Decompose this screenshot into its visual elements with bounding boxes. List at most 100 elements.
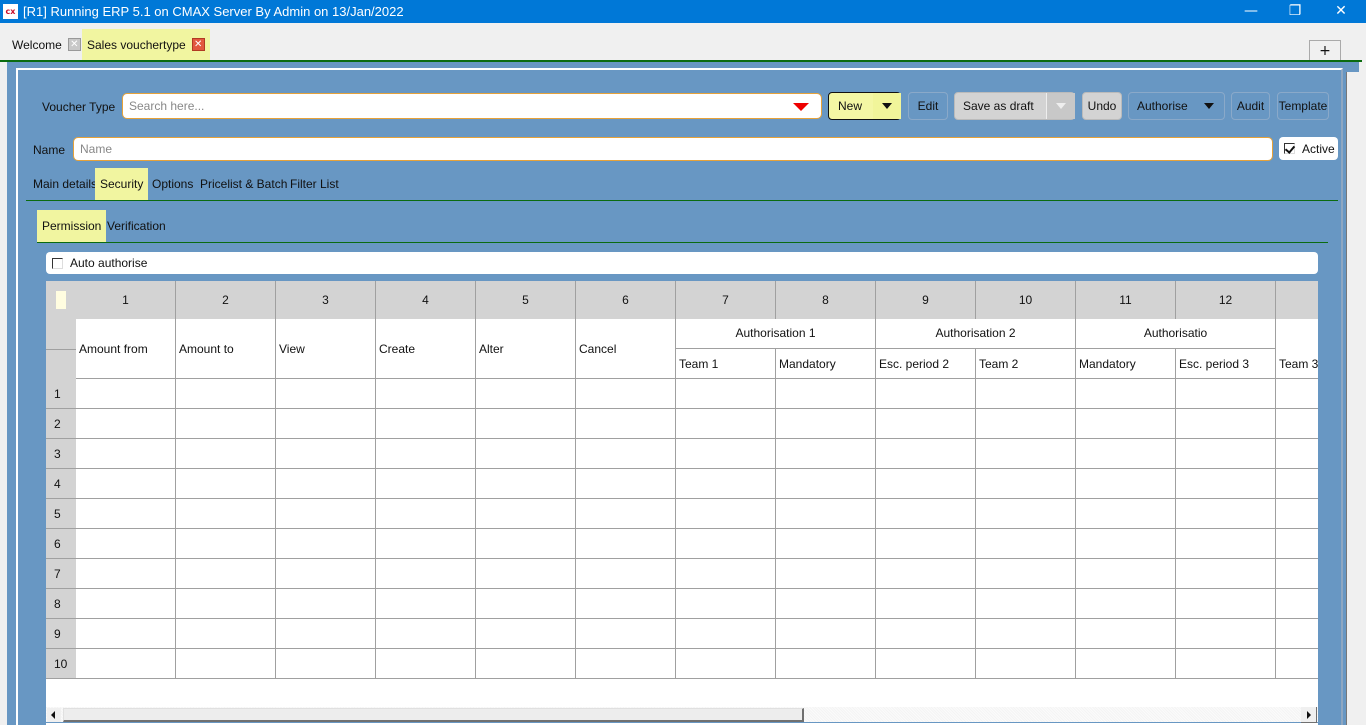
grid-cell[interactable]	[276, 589, 376, 619]
name-input[interactable]: Name	[73, 137, 1273, 161]
grid-cell[interactable]	[876, 619, 976, 649]
grid-cell[interactable]	[576, 559, 676, 589]
row-number-header[interactable]: 5	[46, 499, 76, 529]
grid-cell[interactable]	[376, 469, 476, 499]
column-number-header[interactable]: 9	[876, 281, 976, 319]
column-number-header[interactable]: 7	[676, 281, 776, 319]
template-button[interactable]: Template	[1277, 92, 1329, 120]
grid-cell[interactable]	[376, 559, 476, 589]
column-number-header[interactable]: 11	[1076, 281, 1176, 319]
grid-cell[interactable]	[876, 469, 976, 499]
row-number-header[interactable]: 9	[46, 619, 76, 649]
column-header[interactable]: Team 1	[676, 349, 776, 379]
grid-cell[interactable]	[676, 379, 776, 409]
row-number-header[interactable]: 1	[46, 379, 76, 409]
grid-cell[interactable]	[576, 619, 676, 649]
grid-cell[interactable]	[1176, 529, 1276, 559]
add-tab-button[interactable]: +	[1309, 40, 1341, 61]
grid-cell[interactable]	[976, 499, 1076, 529]
grid-cell[interactable]	[176, 589, 276, 619]
grid-cell[interactable]	[176, 379, 276, 409]
undo-button[interactable]: Undo	[1082, 92, 1122, 120]
tab-permission[interactable]: Permission	[37, 210, 107, 242]
grid-cell[interactable]	[476, 499, 576, 529]
row-number-header[interactable]: 4	[46, 469, 76, 499]
grid-cell[interactable]	[1276, 469, 1318, 499]
grid-cell[interactable]	[476, 529, 576, 559]
grid-cell[interactable]	[376, 619, 476, 649]
row-number-header[interactable]: 6	[46, 529, 76, 559]
grid-cell[interactable]	[776, 619, 876, 649]
grid-cell[interactable]	[876, 499, 976, 529]
grid-corner[interactable]	[46, 281, 76, 319]
grid-cell[interactable]	[476, 469, 576, 499]
grid-cell[interactable]	[1176, 559, 1276, 589]
grid-cell[interactable]	[476, 559, 576, 589]
grid-cell[interactable]	[1076, 439, 1176, 469]
grid-cell[interactable]	[176, 529, 276, 559]
scroll-left-arrow-icon[interactable]	[47, 708, 61, 722]
auto-authorise-checkbox[interactable]	[52, 257, 63, 269]
grid-cell[interactable]	[576, 409, 676, 439]
grid-cell[interactable]	[976, 469, 1076, 499]
grid-cell[interactable]	[776, 559, 876, 589]
grid-cell[interactable]	[476, 589, 576, 619]
grid-cell[interactable]	[176, 409, 276, 439]
grid-cell[interactable]	[76, 409, 176, 439]
tab-verification[interactable]: Verification	[102, 210, 171, 242]
grid-cell[interactable]	[776, 589, 876, 619]
restore-button[interactable]: ❐	[1272, 0, 1318, 23]
grid-cell[interactable]	[76, 649, 176, 679]
grid-cell[interactable]	[76, 469, 176, 499]
grid-cell[interactable]	[276, 529, 376, 559]
grid-cell[interactable]	[276, 379, 376, 409]
grid-cell[interactable]	[976, 589, 1076, 619]
row-number-header[interactable]: 2	[46, 409, 76, 439]
grid-cell[interactable]	[476, 409, 576, 439]
tab-security[interactable]: Security	[95, 168, 149, 200]
grid-cell[interactable]	[676, 649, 776, 679]
grid-cell[interactable]	[1276, 649, 1318, 679]
column-header[interactable]: Mandatory	[1076, 349, 1176, 379]
grid-cell[interactable]	[676, 619, 776, 649]
grid-cell[interactable]	[176, 499, 276, 529]
tab-filter-list[interactable]: Filter List	[285, 168, 344, 200]
save-dropdown-toggle[interactable]	[1046, 93, 1075, 119]
grid-cell[interactable]	[1176, 439, 1276, 469]
column-number-header[interactable]: 3	[276, 281, 376, 319]
grid-cell[interactable]	[1176, 589, 1276, 619]
grid-cell[interactable]	[1076, 529, 1176, 559]
grid-cell[interactable]	[576, 649, 676, 679]
row-number-header[interactable]: 8	[46, 589, 76, 619]
scrollbar-thumb[interactable]	[63, 708, 804, 722]
grid-cell[interactable]	[876, 649, 976, 679]
grid-cell[interactable]	[976, 379, 1076, 409]
grid-cell[interactable]	[376, 529, 476, 559]
grid-cell[interactable]	[176, 619, 276, 649]
grid-cell[interactable]	[1276, 619, 1318, 649]
grid-cell[interactable]	[76, 499, 176, 529]
active-checkbox[interactable]: Active	[1279, 137, 1338, 160]
dropdown-arrow-icon[interactable]	[793, 103, 809, 111]
grid-cell[interactable]	[1276, 439, 1318, 469]
grid-cell[interactable]	[876, 439, 976, 469]
grid-cell[interactable]	[776, 529, 876, 559]
grid-cell[interactable]	[1176, 619, 1276, 649]
grid-cell[interactable]	[776, 379, 876, 409]
voucher-type-search-input[interactable]: Search here...	[122, 93, 822, 119]
column-header[interactable]: Alter	[476, 319, 576, 379]
grid-cell[interactable]	[1276, 529, 1318, 559]
grid-cell[interactable]	[276, 559, 376, 589]
grid-cell[interactable]	[1076, 649, 1176, 679]
grid-cell[interactable]	[676, 499, 776, 529]
grid-cell[interactable]	[676, 529, 776, 559]
grid-cell[interactable]	[876, 409, 976, 439]
grid-cell[interactable]	[476, 649, 576, 679]
grid-cell[interactable]	[376, 589, 476, 619]
grid-cell[interactable]	[176, 469, 276, 499]
close-tab-icon[interactable]: ✕	[67, 38, 81, 51]
grid-cell[interactable]	[976, 559, 1076, 589]
column-number-header[interactable]: 4	[376, 281, 476, 319]
grid-cell[interactable]	[1176, 649, 1276, 679]
grid-cell[interactable]	[1076, 379, 1176, 409]
